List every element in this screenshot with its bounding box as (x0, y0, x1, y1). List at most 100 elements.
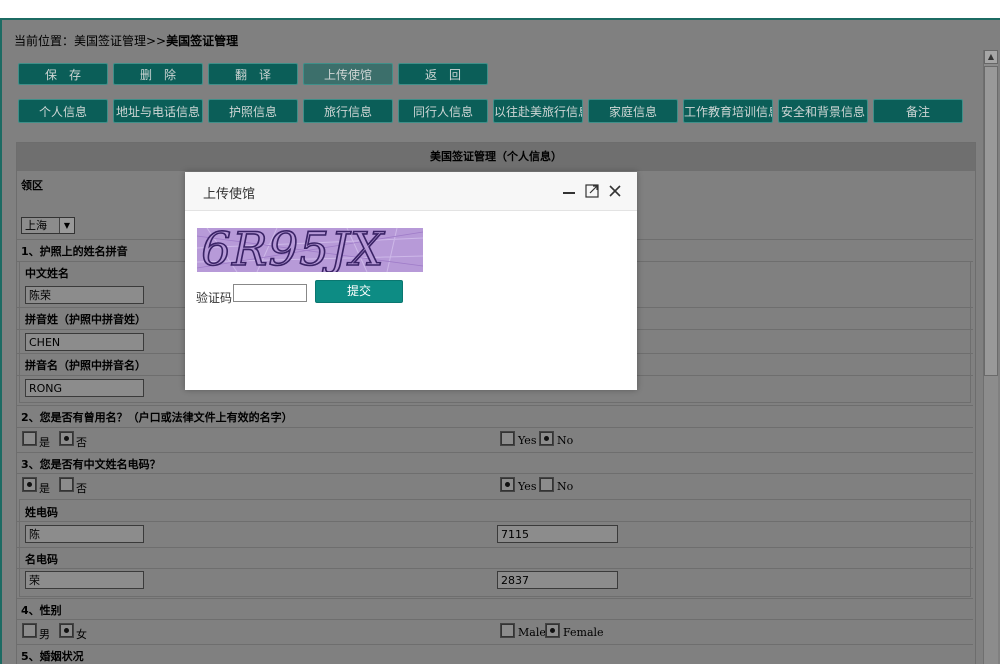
radio-icon (60, 432, 73, 445)
consulate-label: 领区 (21, 179, 43, 192)
tab-address-phone[interactable]: 地址与电话信息 (113, 99, 203, 123)
radio-icon (60, 478, 73, 491)
breadcrumb-prefix: 当前位置：美国签证管理>> (14, 34, 167, 48)
code-group (19, 499, 971, 597)
scroll-up-icon[interactable]: ▲ (984, 50, 998, 64)
radio-icon (501, 478, 514, 491)
surname-code-input[interactable]: 7115 (497, 525, 618, 543)
q4-label: 4、性别 (21, 604, 62, 617)
form-header: 美国签证管理（个人信息） (17, 143, 975, 171)
given-code-input[interactable]: 2837 (497, 571, 618, 589)
radio-icon (23, 432, 36, 445)
gender-female-label: 女 (76, 628, 87, 641)
gender-female-radio[interactable] (59, 623, 74, 638)
gender-male-radio[interactable] (22, 623, 37, 638)
q3-no-radio[interactable] (59, 477, 74, 492)
breadcrumb: 当前位置：美国签证管理>>美国签证管理 (14, 32, 238, 49)
radio-icon (540, 478, 553, 491)
tab-personal-info[interactable]: 个人信息 (18, 99, 108, 123)
q3-no-label: 否 (76, 482, 87, 495)
q3-yes-en-label: Yes (518, 480, 537, 493)
surname-code-cn-input[interactable]: 陈 (25, 525, 144, 543)
maximize-icon[interactable] (585, 184, 599, 202)
q2-yes-en-label: Yes (518, 434, 537, 447)
submit-button[interactable]: 提交 (315, 280, 403, 303)
chevron-down-icon: ▼ (59, 218, 74, 233)
delete-button[interactable]: 删 除 (113, 63, 203, 85)
captcha-input[interactable] (233, 284, 307, 302)
tab-previous-us-travel[interactable]: 以往赴美旅行信息 (493, 99, 583, 123)
given-code-label: 名电码 (25, 553, 58, 566)
breadcrumb-current: 美国签证管理 (166, 34, 239, 48)
minimize-icon[interactable] (562, 180, 576, 204)
captcha-image: 6R95JX (197, 228, 423, 272)
surname-pinyin-input[interactable]: CHEN (25, 333, 144, 351)
given-pinyin-label: 拼音名（护照中拼音名） (25, 359, 146, 372)
tab-travel[interactable]: 旅行信息 (303, 99, 393, 123)
q2-label: 2、您是否有曾用名？（户口或法律文件上有效的名字） (21, 411, 293, 424)
radio-icon (60, 624, 73, 637)
vertical-scrollbar[interactable]: ▲ (983, 50, 998, 664)
radio-icon (501, 624, 514, 637)
q2-no-en-radio[interactable] (539, 431, 554, 446)
q2-no-label: 否 (76, 436, 87, 449)
divider (17, 644, 973, 645)
q3-yes-label: 是 (39, 482, 50, 495)
tab-notes[interactable]: 备注 (873, 99, 963, 123)
dialog-title: 上传使馆 (203, 187, 256, 202)
q3-yes-radio[interactable] (22, 477, 37, 492)
scroll-thumb[interactable] (984, 66, 998, 376)
divider (17, 547, 973, 548)
q2-yes-en-radio[interactable] (500, 431, 515, 446)
q3-label: 3、您是否有中文姓名电码？ (21, 458, 161, 471)
divider (17, 405, 973, 406)
radio-icon (23, 624, 36, 637)
captcha-text: 6R95JX (200, 228, 385, 272)
given-pinyin-input[interactable]: RONG (25, 379, 144, 397)
q3-no-en-radio[interactable] (539, 477, 554, 492)
divider (17, 598, 973, 599)
q2-yes-radio[interactable] (22, 431, 37, 446)
tab-companions[interactable]: 同行人信息 (398, 99, 488, 123)
back-button[interactable]: 返 回 (398, 63, 488, 85)
tab-family[interactable]: 家庭信息 (588, 99, 678, 123)
divider (17, 473, 973, 474)
q2-no-en-label: No (557, 434, 574, 447)
translate-button[interactable]: 翻 译 (208, 63, 298, 85)
close-icon[interactable] (608, 184, 622, 202)
q3-no-en-label: No (557, 480, 574, 493)
save-button[interactable]: 保 存 (18, 63, 108, 85)
gender-male-en-label: Male (518, 626, 546, 639)
q2-no-radio[interactable] (59, 431, 74, 446)
radio-icon (540, 432, 553, 445)
radio-icon (23, 478, 36, 491)
divider (17, 619, 973, 620)
radio-icon (501, 432, 514, 445)
gender-female-en-label: Female (563, 626, 604, 639)
given-code-cn-input[interactable]: 荣 (25, 571, 144, 589)
gender-female-en-radio[interactable] (545, 623, 560, 638)
surname-code-label: 姓电码 (25, 506, 58, 519)
upload-embassy-button[interactable]: 上传使馆 (303, 63, 393, 85)
tab-passport[interactable]: 护照信息 (208, 99, 298, 123)
chinese-name-input[interactable]: 陈荣 (25, 286, 144, 304)
divider (17, 568, 973, 569)
gender-male-label: 男 (39, 628, 50, 641)
consulate-select[interactable]: 上海 ▼ (21, 217, 75, 234)
upload-embassy-dialog: 上传使馆 6R95JX 验证码: 提交 (185, 172, 637, 390)
tab-work-education[interactable]: 工作教育培训信息 (683, 99, 773, 123)
divider (17, 427, 973, 428)
radio-icon (546, 624, 559, 637)
gender-male-en-radio[interactable] (500, 623, 515, 638)
consulate-value: 上海 (25, 219, 47, 232)
q1-label: 1、护照上的姓名拼音 (21, 245, 128, 258)
divider (17, 452, 973, 453)
q3-yes-en-radio[interactable] (500, 477, 515, 492)
q5-label: 5、婚姻状况 (21, 650, 84, 663)
surname-pinyin-label: 拼音姓（护照中拼音姓） (25, 313, 146, 326)
q2-yes-label: 是 (39, 436, 50, 449)
captcha-label: 验证码: (196, 291, 237, 305)
divider (17, 521, 973, 522)
chinese-name-label: 中文姓名 (25, 267, 69, 280)
tab-security-background[interactable]: 安全和背景信息 (778, 99, 868, 123)
